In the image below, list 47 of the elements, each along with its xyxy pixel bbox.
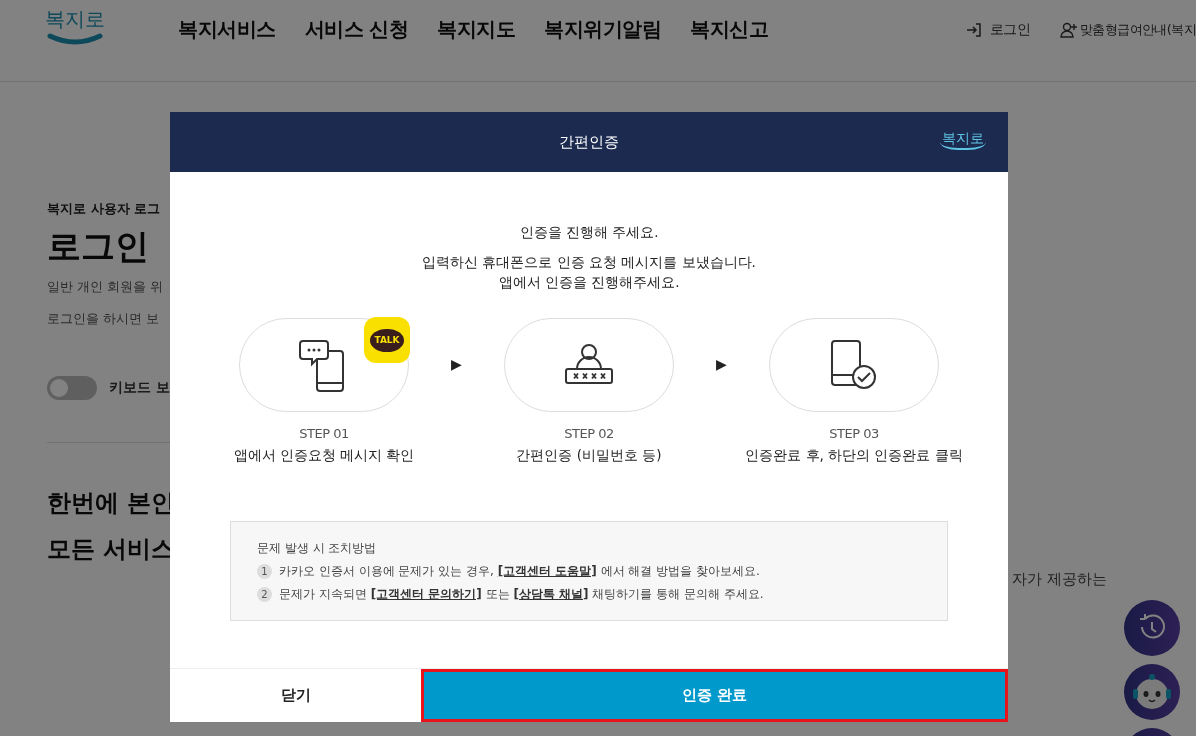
- step-caption: 인증완료 후, 하단의 인증완료 클릭: [745, 447, 963, 465]
- login-icon: [965, 21, 982, 38]
- login-link[interactable]: 로그인: [983, 20, 1030, 39]
- robot-mascot-icon: [1130, 672, 1174, 712]
- step-label: STEP 03: [829, 426, 879, 441]
- page-title: 로그인: [47, 225, 149, 268]
- chatbot-button[interactable]: [1124, 664, 1180, 720]
- dialog-title: 간편인증: [559, 132, 619, 152]
- intro-text: 인증을 진행해 주세요.: [519, 223, 659, 242]
- talk-badge: TALK: [364, 317, 410, 363]
- help-text: 카카오 인증서 이용에 문제가 있는 경우, [고객센터 도움말] 에서 해결 방법을 찾아보세요.: [279, 563, 760, 580]
- message-text: 입력하신 휴대폰으로 인증 요청 메시지를 보냈습니다.: [422, 253, 756, 272]
- benefit-guide-link[interactable]: 맞춤형급여안내(복지: [1079, 20, 1196, 39]
- dialog-logo: 복지로: [940, 130, 986, 150]
- user-password-icon: [564, 343, 614, 387]
- smile-logo-icon: [47, 33, 103, 45]
- description-text: 일반 개인 회원을 위: [47, 278, 164, 296]
- help-link[interactable]: [고객센터 문의하기]: [370, 587, 482, 601]
- step-arrow: ▶: [715, 356, 728, 372]
- history-button[interactable]: [1124, 600, 1180, 656]
- keyboard-toggle[interactable]: [47, 376, 97, 400]
- nav-item[interactable]: 복지서비스: [178, 16, 276, 43]
- add-user-icon: [1059, 21, 1078, 38]
- nav-item[interactable]: 서비스 신청: [304, 16, 409, 43]
- step-arrow: ▶: [450, 356, 463, 372]
- logo[interactable]: 복지로: [45, 6, 105, 33]
- step-caption: 간편인증 (비밀번호 등): [516, 447, 662, 465]
- toggle-label: 키보드 보: [109, 379, 170, 397]
- number-badge: 1: [257, 564, 272, 579]
- step-label: STEP 01: [299, 426, 349, 441]
- description-text: 로그인을 하시면 보: [47, 310, 160, 328]
- phone-check-icon: [830, 339, 878, 391]
- step-label: STEP 02: [564, 426, 614, 441]
- number-badge: 2: [257, 587, 272, 602]
- help-title: 문제 발생 시 조치방법: [257, 540, 378, 557]
- side-text: 자가 제공하는: [1012, 570, 1107, 589]
- help-link[interactable]: [상담톡 채널]: [513, 587, 589, 601]
- help-text: 문제가 지속되면 [고객센터 문의하기] 또는 [상담톡 채널] 채팅하기를 통해 문의해 주세요.: [279, 586, 764, 603]
- nav-item[interactable]: 복지위기알림: [544, 16, 662, 43]
- page-eyebrow: 복지로 사용자 로그: [47, 200, 161, 218]
- step-caption: 앱에서 인증요청 메시지 확인: [233, 447, 415, 465]
- headline: 모든 서비스: [47, 537, 176, 561]
- nav-item[interactable]: 복지지도: [437, 16, 516, 43]
- confirm-button[interactable]: 인증 완료: [421, 669, 1008, 722]
- nav-item[interactable]: 복지신고: [690, 16, 769, 43]
- message-text: 앱에서 인증을 진행해주세요.: [498, 273, 680, 292]
- help-link[interactable]: [고객센터 도움말]: [497, 564, 597, 578]
